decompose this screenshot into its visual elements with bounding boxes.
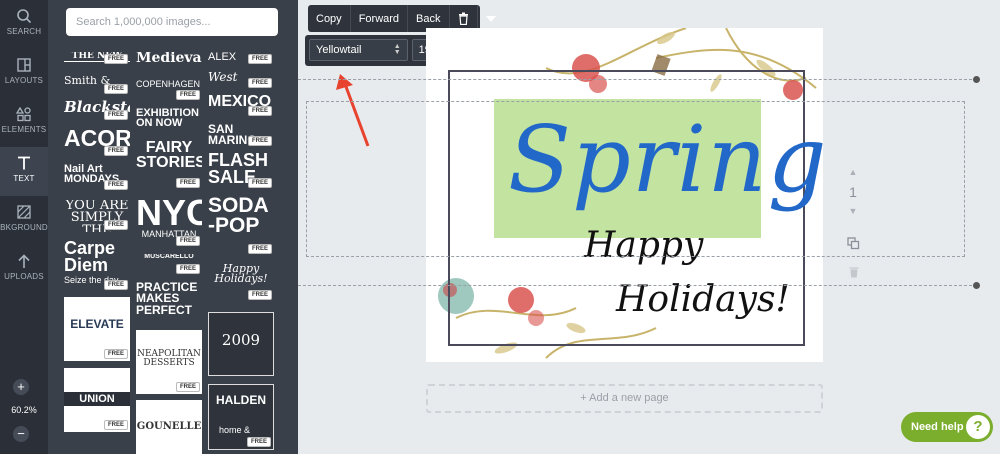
copy-button[interactable]: Copy (308, 5, 351, 32)
rail-item-search[interactable]: SEARCH (0, 0, 48, 49)
delete-page-icon[interactable] (849, 266, 859, 278)
free-badge: FREE (246, 437, 271, 447)
move-page-down-icon[interactable]: ▼ (846, 206, 860, 216)
need-help-button[interactable]: Need help ? (901, 412, 993, 442)
rail-label: ELEMENTS (1, 125, 47, 134)
font-family-value: Yellowtail (316, 44, 362, 56)
page-number: 1 (849, 184, 857, 200)
free-badge: FREE (175, 264, 200, 274)
template-tile[interactable]: Carpe Diem Seize the day FREE (64, 240, 130, 292)
search-icon (17, 9, 32, 24)
template-tile[interactable]: West FREE (208, 72, 274, 90)
free-badge: FREE (103, 220, 128, 230)
template-tile[interactable]: FLASH SALE FREE (208, 152, 274, 190)
template-tile[interactable]: 2009 (208, 312, 274, 376)
template-tile[interactable]: FAIRY STORIES FREE (136, 140, 202, 190)
free-badge: FREE (247, 136, 272, 146)
free-badge: FREE (103, 349, 128, 359)
template-tile[interactable]: SAN MARINO FREE (208, 124, 274, 148)
free-badge: FREE (247, 78, 272, 88)
template-tile[interactable]: Smith & FREE (64, 76, 130, 96)
template-panel: THE NEW FREE Smith & FREE Blackstar FREE… (48, 0, 298, 454)
rail-label: UPLOADS (4, 272, 44, 281)
template-tile[interactable]: EXHIBITION ON NOW (136, 108, 202, 134)
free-badge: FREE (175, 236, 200, 246)
free-badge: FREE (103, 420, 128, 430)
free-badge: FREE (103, 54, 128, 64)
free-badge: FREE (175, 178, 200, 188)
template-tile[interactable]: COPENHAGEN FREE (136, 80, 202, 102)
resize-handle[interactable] (973, 282, 980, 289)
background-icon (17, 205, 31, 219)
template-tile[interactable]: YOU ARE SIMPLY THE BEST FREE (64, 200, 130, 232)
template-tile[interactable]: ALEX FREE (208, 52, 274, 66)
free-badge: FREE (247, 178, 272, 188)
zoom-in-button[interactable]: + (13, 379, 29, 395)
template-tile[interactable]: THE NEW FREE (64, 52, 130, 66)
free-badge: FREE (175, 90, 200, 100)
add-page-button[interactable]: + Add a new page (426, 384, 823, 413)
free-badge: FREE (247, 290, 272, 300)
free-badge: FREE (247, 54, 272, 64)
template-tile[interactable]: ACORN FREE (64, 128, 130, 158)
question-icon: ? (966, 415, 990, 439)
duplicate-page-icon[interactable] (847, 237, 860, 250)
rail-label: TEXT (13, 174, 35, 183)
free-badge: FREE (103, 280, 128, 290)
upload-icon (18, 254, 30, 268)
move-page-up-icon[interactable]: ▲ (846, 167, 860, 177)
sort-icon: ▲▼ (393, 43, 401, 56)
template-tile[interactable]: MEXICO FREE (208, 94, 274, 118)
left-rail: SEARCH LAYOUTS ELEMENTS TEXT BKGROUND UP… (0, 0, 48, 454)
need-help-label: Need help (911, 421, 964, 433)
rail-item-layouts[interactable]: LAYOUTS (0, 49, 48, 98)
template-tile[interactable]: Medieval (136, 52, 202, 74)
free-badge: FREE (103, 84, 128, 94)
template-tile[interactable]: Blackstar FREE (64, 100, 130, 122)
template-tile[interactable]: MUSCARELLO FREE (136, 254, 202, 276)
template-tile[interactable]: NEAPOLITAN DESSERTS FREE (136, 330, 202, 394)
trash-icon (458, 12, 468, 25)
free-badge: FREE (103, 146, 128, 156)
search-input[interactable] (66, 8, 278, 36)
rail-label: LAYOUTS (4, 76, 44, 85)
template-tile[interactable]: UNION FREE (64, 368, 130, 432)
rail-label: BKGROUND (0, 223, 48, 232)
rail-item-elements[interactable]: ELEMENTS (0, 98, 48, 147)
template-tile[interactable]: GOUNELLE (136, 400, 202, 454)
template-tile[interactable]: Nail Art MONDAYS FREE (64, 164, 130, 192)
zoom-level: 60.2% (11, 405, 37, 415)
template-tile[interactable]: ELEVATE FREE (64, 297, 130, 361)
template-tile[interactable]: HALDEN home & FREE (208, 384, 274, 450)
text-box-bounds (306, 101, 965, 257)
free-badge: FREE (175, 382, 200, 392)
template-tile[interactable]: NYC MANHATTAN FREE (136, 196, 202, 248)
elements-icon (16, 106, 31, 122)
rail-label: SEARCH (6, 27, 42, 36)
layouts-icon (17, 58, 31, 72)
template-tile[interactable]: PRACTICE MAKES PERFECT (136, 282, 202, 322)
rail-item-text[interactable]: TEXT (0, 147, 48, 196)
free-badge: FREE (247, 244, 272, 254)
rail-item-uploads[interactable]: UPLOADS (0, 245, 48, 294)
free-badge: FREE (103, 180, 128, 190)
resize-handle[interactable] (973, 76, 980, 83)
free-badge: FREE (247, 106, 272, 116)
text-icon (18, 156, 30, 170)
rail-item-background[interactable]: BKGROUND (0, 196, 48, 245)
forward-button[interactable]: Forward (351, 5, 409, 32)
free-badge: FREE (103, 110, 128, 120)
holidays-text[interactable]: Holidays! (616, 282, 790, 318)
zoom-out-button[interactable]: − (13, 426, 29, 442)
template-tile[interactable]: SODA -POP FREE (208, 196, 274, 256)
font-family-select[interactable]: Yellowtail ▲ ▼ (309, 39, 408, 61)
template-tile[interactable]: Happy Holidays! FREE (208, 264, 274, 302)
caret-down-icon (485, 15, 496, 22)
